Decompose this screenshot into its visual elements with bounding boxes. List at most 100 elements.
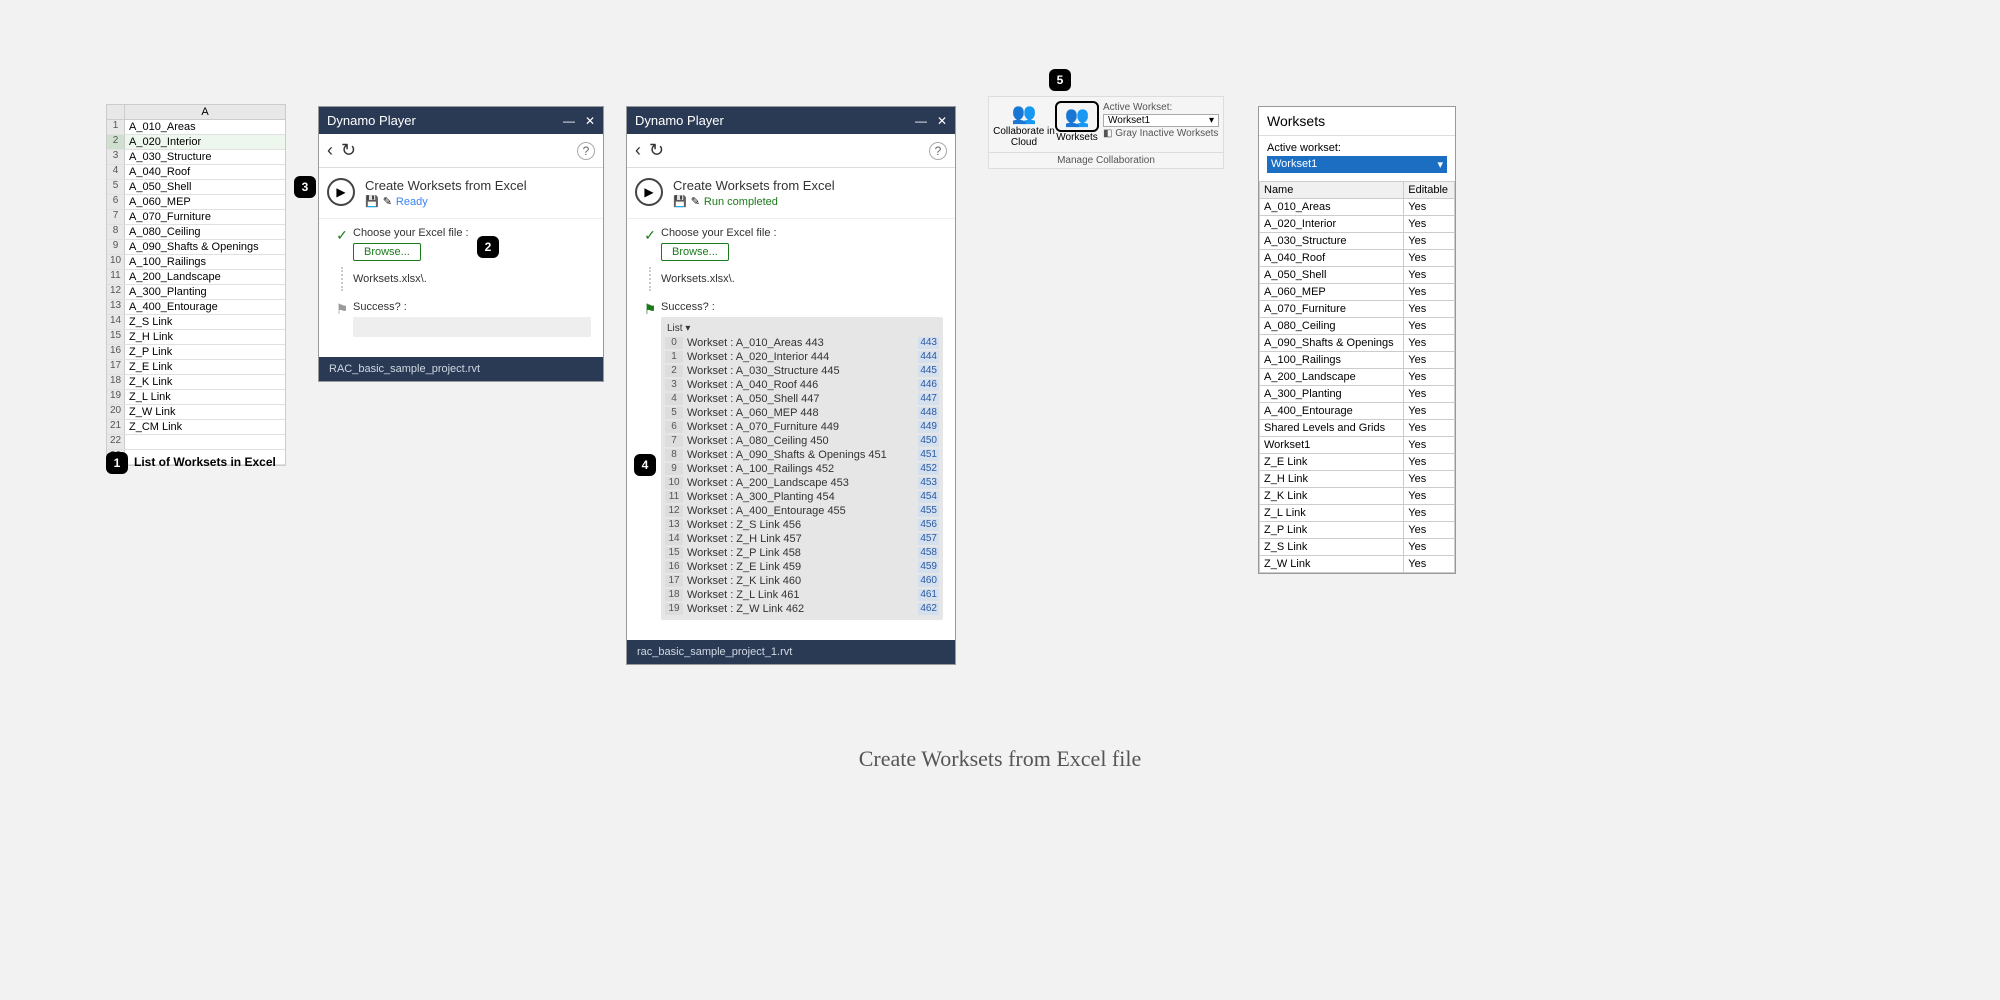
excel-row[interactable]: 8A_080_Ceiling — [107, 225, 285, 240]
excel-row[interactable]: 16Z_P Link — [107, 345, 285, 360]
refresh-icon[interactable]: ↻ — [649, 140, 664, 161]
excel-row[interactable]: 11A_200_Landscape — [107, 270, 285, 285]
play-button[interactable]: ▶ — [327, 178, 355, 206]
list-item[interactable]: 4Workset : A_050_Shell 447447 — [665, 392, 939, 406]
excel-row[interactable]: 4A_040_Roof — [107, 165, 285, 180]
table-row[interactable]: A_300_PlantingYes — [1260, 386, 1455, 403]
list-item[interactable]: 10Workset : A_200_Landscape 453453 — [665, 476, 939, 490]
list-item[interactable]: 18Workset : Z_L Link 461461 — [665, 588, 939, 602]
row-number[interactable]: 6 — [107, 195, 125, 209]
list-item[interactable]: 1Workset : A_020_Interior 444444 — [665, 350, 939, 364]
list-item[interactable]: 8Workset : A_090_Shafts & Openings 45145… — [665, 448, 939, 462]
row-number[interactable]: 1 — [107, 120, 125, 134]
col-editable[interactable]: Editable — [1404, 182, 1455, 199]
cell[interactable]: A_200_Landscape — [125, 270, 285, 284]
list-item[interactable]: 11Workset : A_300_Planting 454454 — [665, 490, 939, 504]
row-number[interactable]: 11 — [107, 270, 125, 284]
cell[interactable]: A_400_Entourage — [125, 300, 285, 314]
cell[interactable] — [125, 435, 285, 449]
table-row[interactable]: Z_W LinkYes — [1260, 556, 1455, 573]
cell[interactable]: Z_E Link — [125, 360, 285, 374]
back-icon[interactable]: ‹ — [635, 140, 641, 161]
table-row[interactable]: Z_H LinkYes — [1260, 471, 1455, 488]
cell[interactable]: A_300_Planting — [125, 285, 285, 299]
row-number[interactable]: 21 — [107, 420, 125, 434]
table-row[interactable]: A_200_LandscapeYes — [1260, 369, 1455, 386]
cell[interactable]: Z_H Link — [125, 330, 285, 344]
close-icon[interactable]: ✕ — [937, 114, 947, 128]
table-row[interactable]: A_040_RoofYes — [1260, 250, 1455, 267]
row-number[interactable]: 17 — [107, 360, 125, 374]
close-icon[interactable]: ✕ — [585, 114, 595, 128]
table-row[interactable]: Workset1Yes — [1260, 437, 1455, 454]
cell[interactable]: A_060_MEP — [125, 195, 285, 209]
cell[interactable]: Z_L Link — [125, 390, 285, 404]
row-number[interactable]: 9 — [107, 240, 125, 254]
table-row[interactable]: A_050_ShellYes — [1260, 267, 1455, 284]
table-row[interactable]: Z_S LinkYes — [1260, 539, 1455, 556]
excel-row[interactable]: 17Z_E Link — [107, 360, 285, 375]
list-header[interactable]: List ▾ — [665, 321, 939, 336]
row-number[interactable]: 8 — [107, 225, 125, 239]
list-item[interactable]: 17Workset : Z_K Link 460460 — [665, 574, 939, 588]
cell[interactable]: A_100_Railings — [125, 255, 285, 269]
minimize-icon[interactable]: — — [915, 114, 927, 128]
excel-row[interactable]: 22 — [107, 435, 285, 450]
excel-row[interactable]: 5A_050_Shell — [107, 180, 285, 195]
table-row[interactable]: A_100_RailingsYes — [1260, 352, 1455, 369]
excel-row[interactable]: 7A_070_Furniture — [107, 210, 285, 225]
excel-row[interactable]: 1A_010_Areas — [107, 120, 285, 135]
col-name[interactable]: Name — [1260, 182, 1404, 199]
refresh-icon[interactable]: ↻ — [341, 140, 356, 161]
back-icon[interactable]: ‹ — [327, 140, 333, 161]
excel-row[interactable]: 15Z_H Link — [107, 330, 285, 345]
table-row[interactable]: Z_E LinkYes — [1260, 454, 1455, 471]
cell[interactable]: Z_P Link — [125, 345, 285, 359]
excel-row[interactable]: 10A_100_Railings — [107, 255, 285, 270]
table-row[interactable]: A_030_StructureYes — [1260, 233, 1455, 250]
row-number[interactable]: 20 — [107, 405, 125, 419]
row-number[interactable]: 5 — [107, 180, 125, 194]
cell[interactable]: A_040_Roof — [125, 165, 285, 179]
row-number[interactable]: 14 — [107, 315, 125, 329]
table-row[interactable]: A_060_MEPYes — [1260, 284, 1455, 301]
row-number[interactable]: 13 — [107, 300, 125, 314]
table-row[interactable]: A_080_CeilingYes — [1260, 318, 1455, 335]
table-row[interactable]: Z_K LinkYes — [1260, 488, 1455, 505]
table-row[interactable]: A_070_FurnitureYes — [1260, 301, 1455, 318]
collaborate-label[interactable]: Collaborate in Cloud — [993, 126, 1055, 148]
worksets-button[interactable]: 👥 — [1055, 101, 1099, 132]
cell[interactable]: A_030_Structure — [125, 150, 285, 164]
row-number[interactable]: 16 — [107, 345, 125, 359]
excel-row[interactable]: 13A_400_Entourage — [107, 300, 285, 315]
row-number[interactable]: 22 — [107, 435, 125, 449]
row-number[interactable]: 3 — [107, 150, 125, 164]
table-row[interactable]: Shared Levels and GridsYes — [1260, 420, 1455, 437]
table-row[interactable]: Z_P LinkYes — [1260, 522, 1455, 539]
row-number[interactable]: 18 — [107, 375, 125, 389]
cell[interactable]: Z_CM Link — [125, 420, 285, 434]
list-item[interactable]: 2Workset : A_030_Structure 445445 — [665, 364, 939, 378]
active-workset-dropdown[interactable]: Workset1▾ — [1103, 114, 1219, 127]
excel-row[interactable]: 19Z_L Link — [107, 390, 285, 405]
row-number[interactable]: 10 — [107, 255, 125, 269]
excel-row[interactable]: 12A_300_Planting — [107, 285, 285, 300]
collaborate-icon[interactable]: 👥 — [993, 101, 1055, 126]
select-all-corner[interactable] — [107, 105, 125, 119]
list-item[interactable]: 0Workset : A_010_Areas 443443 — [665, 336, 939, 350]
table-row[interactable]: A_020_InteriorYes — [1260, 216, 1455, 233]
excel-row[interactable]: 3A_030_Structure — [107, 150, 285, 165]
list-item[interactable]: 19Workset : Z_W Link 462462 — [665, 602, 939, 616]
table-row[interactable]: A_400_EntourageYes — [1260, 403, 1455, 420]
row-number[interactable]: 2 — [107, 135, 125, 149]
table-row[interactable]: A_010_AreasYes — [1260, 199, 1455, 216]
excel-row[interactable]: 9A_090_Shafts & Openings — [107, 240, 285, 255]
list-item[interactable]: 12Workset : A_400_Entourage 455455 — [665, 504, 939, 518]
cell[interactable]: A_020_Interior — [125, 135, 285, 149]
list-item[interactable]: 15Workset : Z_P Link 458458 — [665, 546, 939, 560]
list-item[interactable]: 5Workset : A_060_MEP 448448 — [665, 406, 939, 420]
gray-inactive-button[interactable]: ◧ Gray Inactive Worksets — [1103, 128, 1219, 139]
excel-row[interactable]: 20Z_W Link — [107, 405, 285, 420]
list-item[interactable]: 16Workset : Z_E Link 459459 — [665, 560, 939, 574]
cell[interactable]: A_050_Shell — [125, 180, 285, 194]
